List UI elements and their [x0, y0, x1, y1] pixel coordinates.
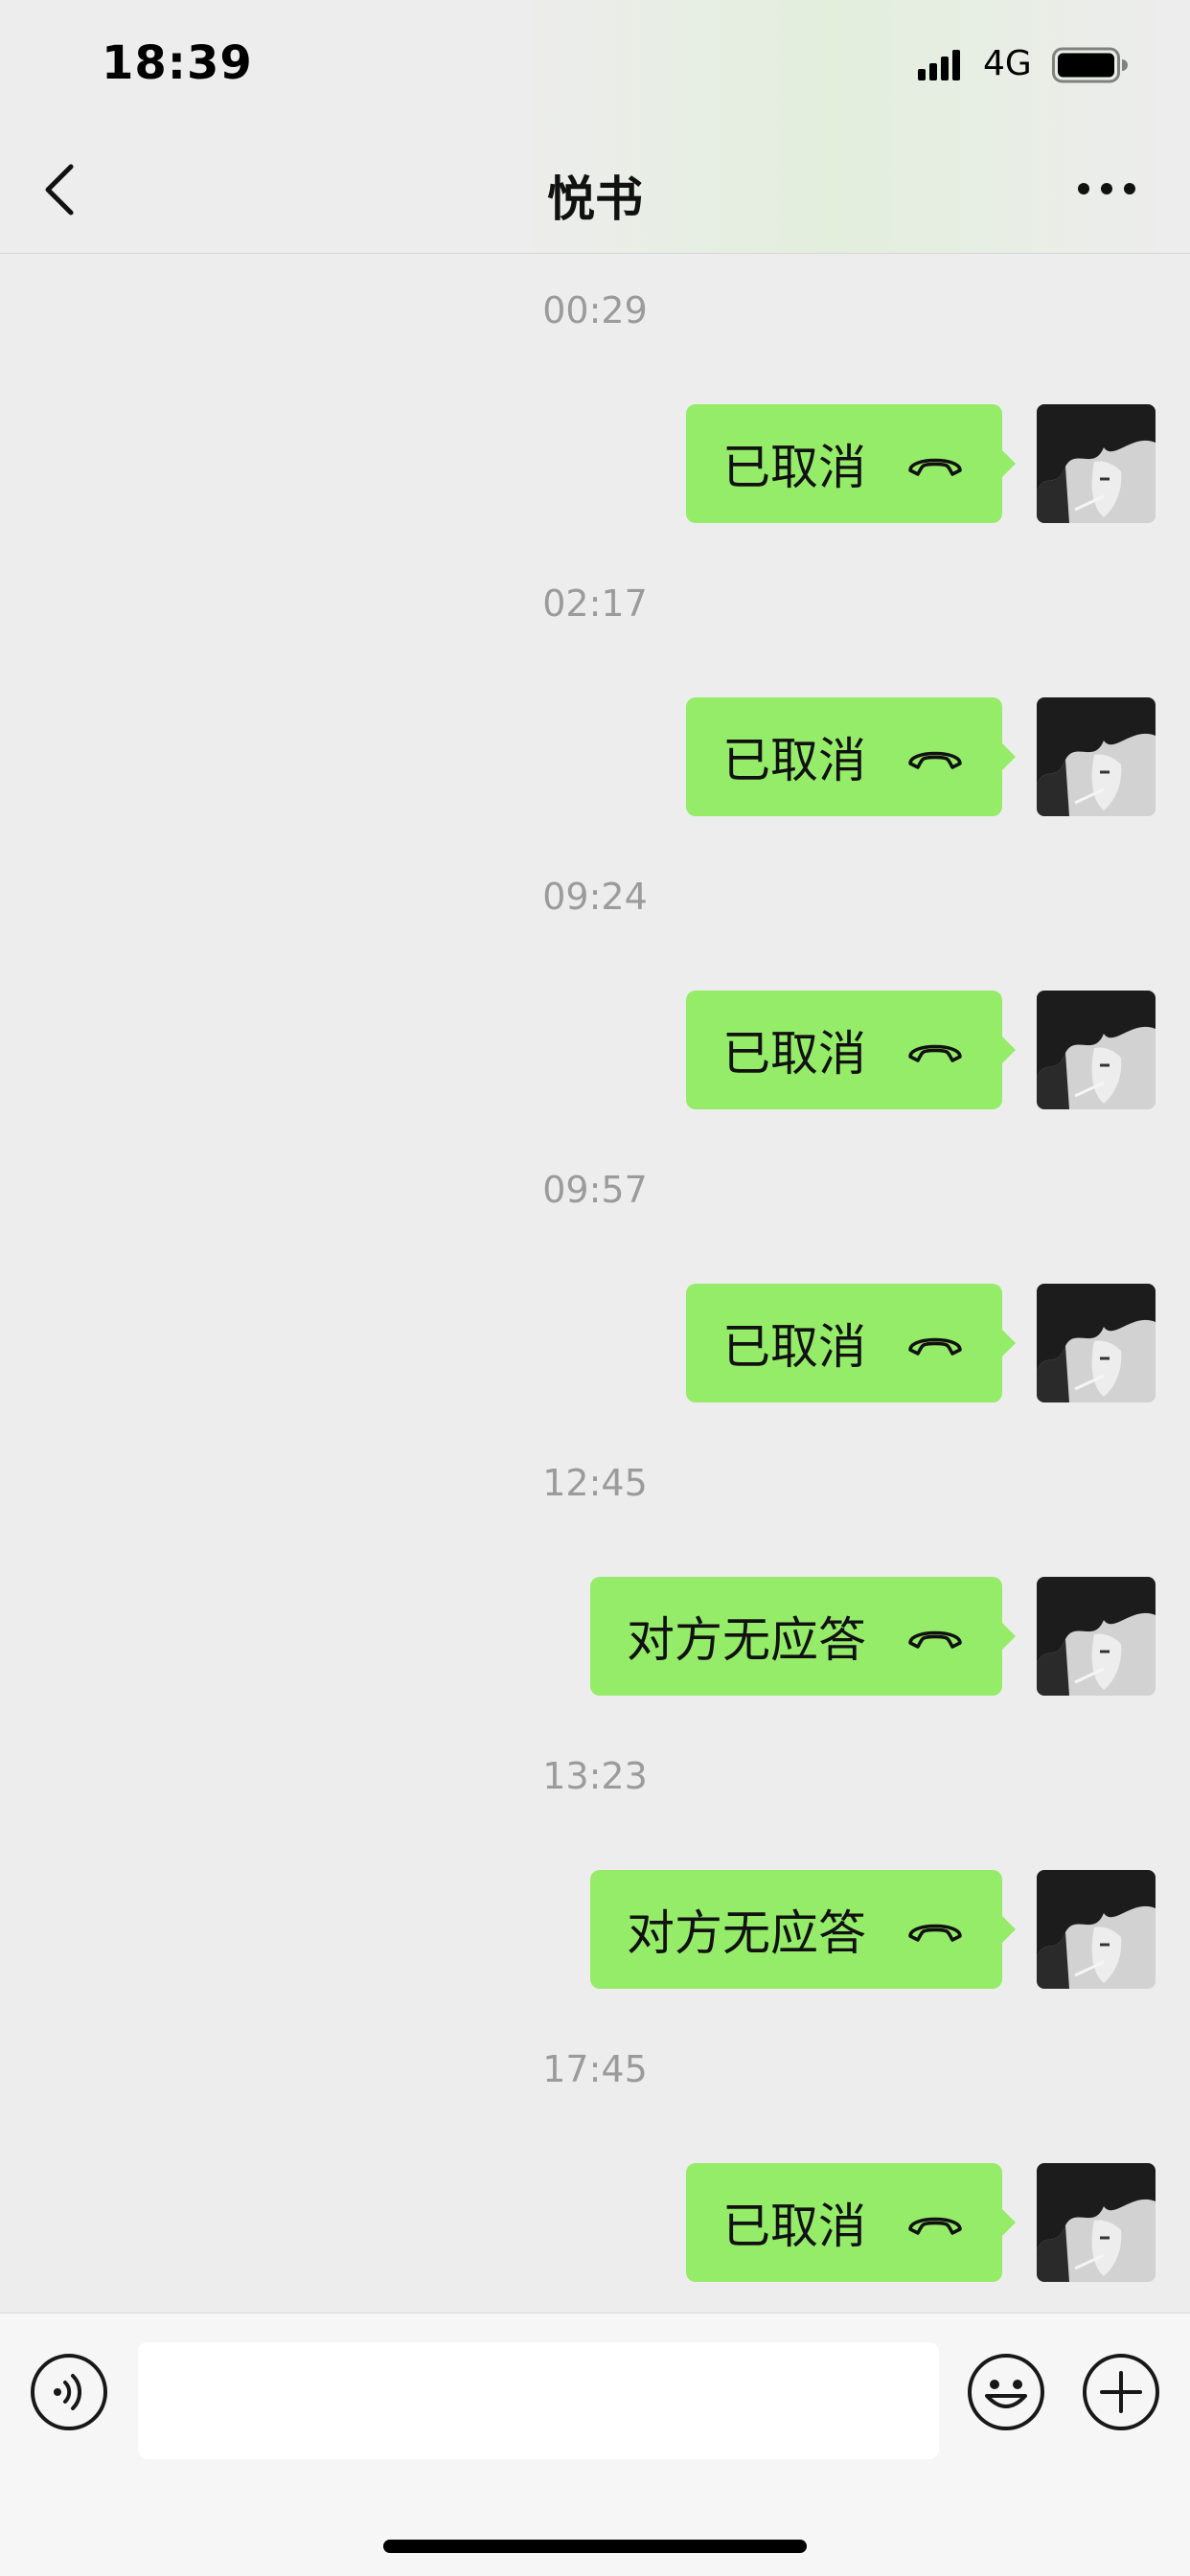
call-record-bubble[interactable]: 已取消 [686, 404, 1016, 523]
phone-hangup-icon [908, 2217, 962, 2235]
message-timestamp: 13:23 [542, 1755, 648, 1797]
phone-hangup-icon [908, 1337, 962, 1356]
home-indicator [383, 2540, 807, 2553]
call-status-text: 对方无应答 [627, 1905, 866, 1961]
phone-hangup-icon [908, 751, 962, 769]
call-record-bubble[interactable]: 对方无应答 [590, 1577, 1016, 1696]
message-list[interactable]: 00:29 已取消 02:17 已取消 09:24 已取消 09:57 已取消 12:45 对方无… [0, 253, 1190, 2313]
message-timestamp: 17:45 [542, 2048, 648, 2090]
call-status-text: 已取消 [722, 733, 866, 788]
input-bar [0, 2313, 1190, 2576]
avatar[interactable] [1037, 1577, 1156, 1696]
call-record-bubble[interactable]: 对方无应答 [590, 1870, 1016, 1989]
signal-icon [918, 50, 960, 80]
phone-hangup-icon [908, 458, 962, 476]
avatar[interactable] [1037, 2163, 1156, 2282]
message-timestamp: 09:24 [542, 876, 648, 918]
avatar[interactable] [1037, 1284, 1156, 1402]
avatar[interactable] [1037, 697, 1156, 816]
phone-hangup-icon [908, 1630, 962, 1649]
phone-hangup-icon [908, 1044, 962, 1062]
call-status-text: 已取消 [722, 1026, 866, 1082]
chat-title: 悦书 [547, 171, 643, 227]
phone-hangup-icon [908, 1924, 962, 1942]
chat-header: 悦书 [0, 125, 1190, 254]
voice-icon[interactable] [29, 2352, 109, 2432]
call-status-text: 已取消 [722, 2199, 866, 2254]
call-status-text: 已取消 [722, 1319, 866, 1375]
emoji-icon[interactable] [966, 2352, 1046, 2432]
message-timestamp: 12:45 [542, 1462, 648, 1504]
call-status-text: 已取消 [722, 440, 866, 495]
message-timestamp: 09:57 [542, 1169, 648, 1211]
battery-icon [1052, 47, 1128, 83]
avatar[interactable] [1037, 1870, 1156, 1989]
call-record-bubble[interactable]: 已取消 [686, 991, 1016, 1109]
plus-icon[interactable] [1081, 2352, 1161, 2432]
call-record-bubble[interactable]: 已取消 [686, 1284, 1016, 1402]
status-bar: 18:39 4G [0, 0, 1190, 125]
message-input[interactable] [138, 2342, 939, 2459]
call-record-bubble[interactable]: 已取消 [686, 2163, 1016, 2282]
more-icon[interactable] [1073, 174, 1140, 203]
message-timestamp: 02:17 [542, 582, 648, 625]
avatar[interactable] [1037, 404, 1156, 523]
message-timestamp: 00:29 [542, 289, 648, 331]
call-status-text: 对方无应答 [627, 1612, 866, 1668]
avatar[interactable] [1037, 991, 1156, 1109]
call-record-bubble[interactable]: 已取消 [686, 697, 1016, 816]
network-type: 4G [983, 44, 1032, 83]
status-time: 18:39 [102, 36, 253, 90]
